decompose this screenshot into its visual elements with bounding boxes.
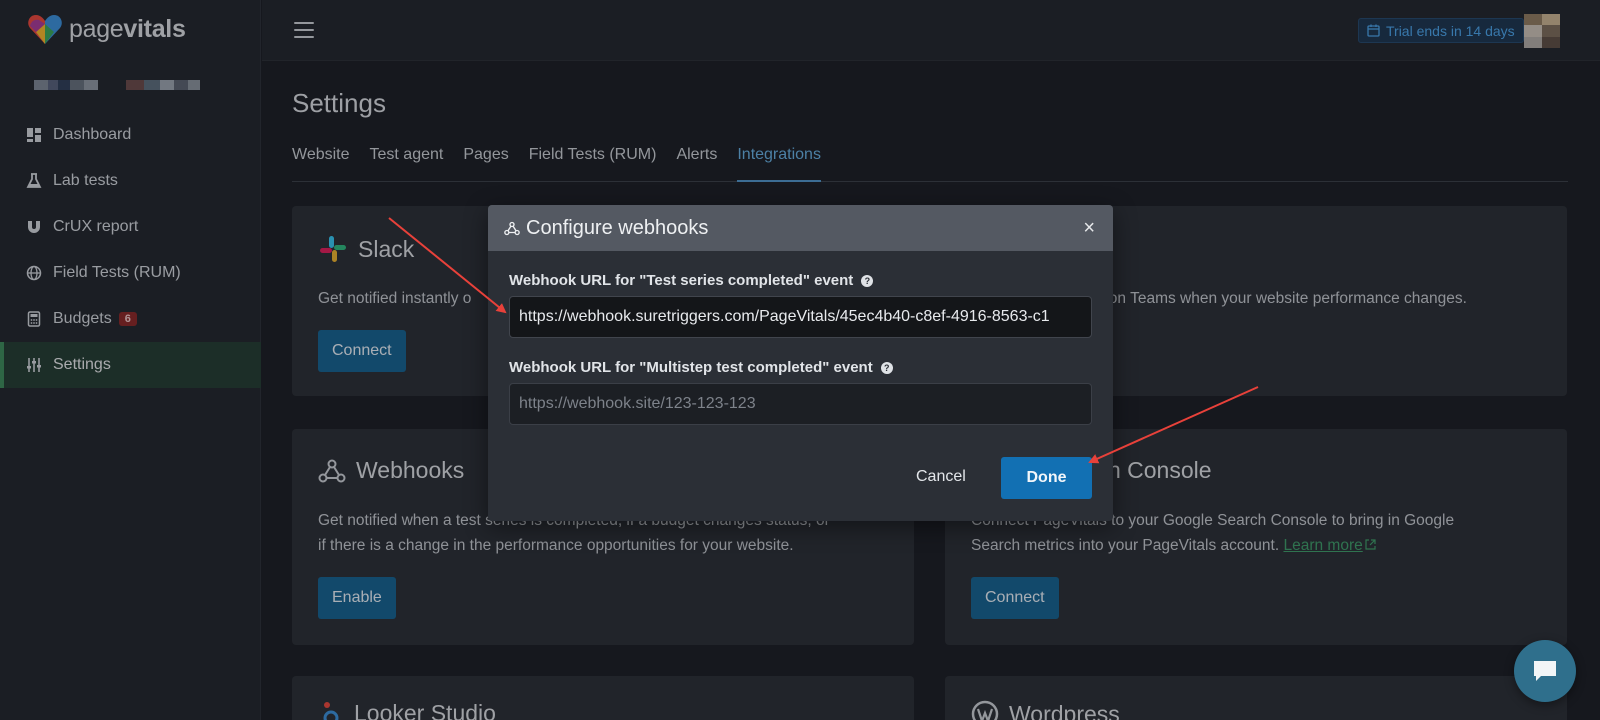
- test-series-webhook-input[interactable]: [509, 296, 1092, 338]
- modal-header: Configure webhooks ×: [488, 205, 1113, 251]
- chat-bubble-icon[interactable]: [1514, 640, 1576, 702]
- help-icon[interactable]: ?: [861, 274, 874, 287]
- webhooks-icon: [504, 221, 520, 235]
- multistep-webhook-input[interactable]: [509, 383, 1092, 425]
- cancel-button[interactable]: Cancel: [904, 457, 978, 497]
- modal-title: Configure webhooks: [526, 216, 709, 239]
- help-icon[interactable]: ?: [880, 361, 893, 374]
- chat-icon: [1534, 661, 1556, 681]
- done-button[interactable]: Done: [1001, 457, 1092, 499]
- field2-label: Webhook URL for "Multistep test complete…: [509, 359, 873, 376]
- configure-webhooks-modal: Configure webhooks × Webhook URL for "Te…: [488, 205, 1113, 521]
- close-icon[interactable]: ×: [1083, 218, 1095, 238]
- field1-label: Webhook URL for "Test series completed" …: [509, 272, 854, 289]
